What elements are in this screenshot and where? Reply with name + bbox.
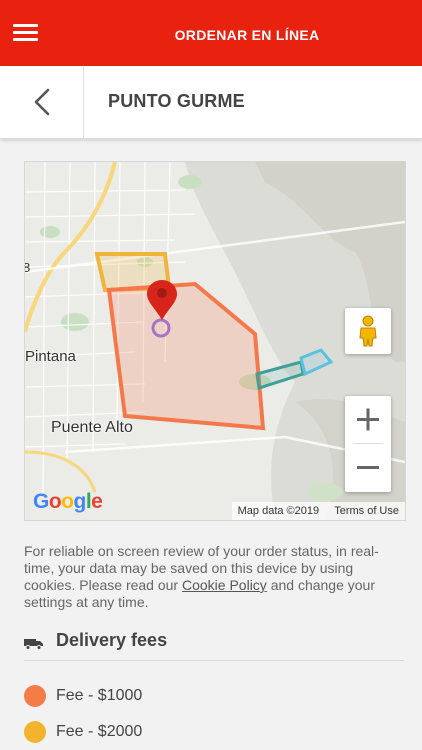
delivery-fees-heading: Delivery fees — [24, 626, 404, 661]
app-bar: ORDENAR EN LÍNEA — [0, 0, 422, 66]
map-data-text: Map data ©2019 — [237, 505, 320, 517]
google-logo: Google — [33, 490, 103, 513]
fee-color-dot — [24, 721, 46, 743]
cookie-notice: For reliable on screen review of your or… — [24, 543, 404, 611]
zoom-out-button[interactable] — [345, 444, 391, 491]
zoom-controls — [345, 396, 391, 492]
fee-color-dot — [24, 685, 46, 707]
map-attribution: Map data ©2019 Terms of Use — [231, 502, 405, 520]
cookie-policy-link[interactable]: Cookie Policy — [182, 577, 267, 593]
restaurant-name: PUNTO GURME — [108, 91, 245, 111]
fee-label: Fee - $1000 — [56, 687, 143, 704]
fee-label: Fee - $2000 — [56, 723, 143, 740]
back-button[interactable] — [0, 66, 84, 138]
zoom-in-button[interactable] — [345, 396, 391, 443]
plus-icon — [357, 408, 379, 431]
pegman-icon — [359, 315, 377, 347]
chevron-left-icon — [34, 88, 50, 116]
restaurant-header: PUNTO GURME — [0, 66, 422, 139]
app-title: ORDENAR EN LÍNEA — [174, 27, 320, 43]
delivery-map[interactable]: 8 Pintana Puente Alto Google Map data ©2… — [24, 161, 406, 521]
truck-icon — [24, 639, 43, 650]
street-view-button[interactable] — [345, 308, 391, 354]
place-label-puente-alto: Puente Alto — [51, 419, 133, 436]
place-label-pintana: Pintana — [25, 348, 76, 365]
svg-text:8: 8 — [25, 260, 30, 275]
minus-icon — [357, 466, 379, 469]
delivery-fees-title: Delivery fees — [56, 630, 168, 650]
terms-of-use-link[interactable]: Terms of Use — [334, 505, 399, 517]
